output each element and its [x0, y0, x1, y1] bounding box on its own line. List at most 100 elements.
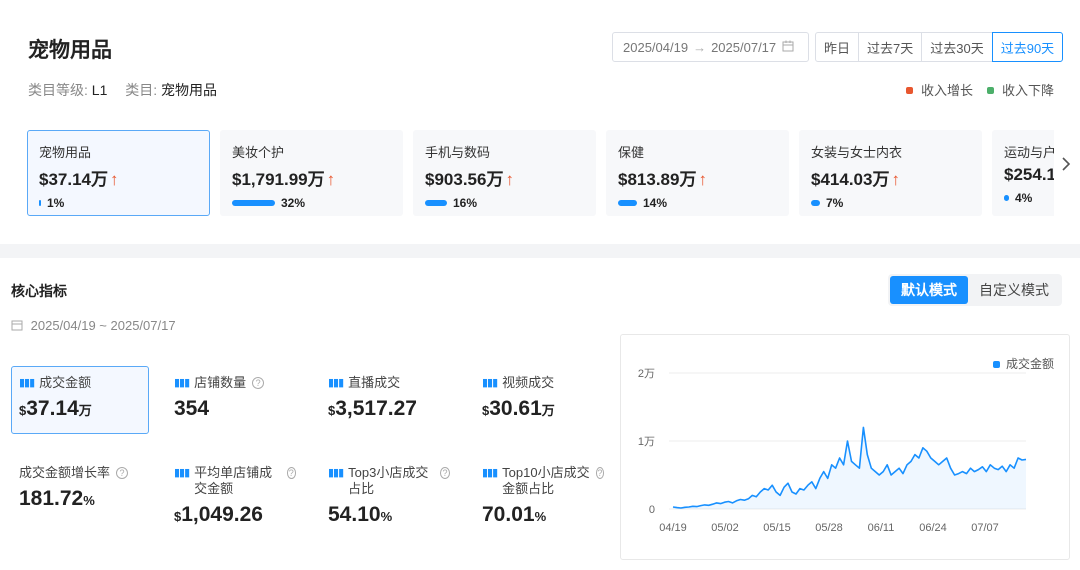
- category-share: 16%: [425, 196, 584, 210]
- metric-label: ▮▮▮ Top10小店成交金额占比?: [482, 465, 604, 496]
- mode-toggle: 默认模式 自定义模式: [888, 274, 1062, 306]
- category-share: 4%: [1004, 191, 1054, 205]
- category-card-name: 女装与女士内衣: [811, 145, 903, 160]
- metric-label: ▮▮▮ 视频成交: [482, 375, 555, 390]
- metric-card[interactable]: ▮▮▮ 店铺数量? 354: [166, 366, 304, 434]
- x-tick-label: 05/15: [763, 522, 791, 534]
- range-selector: 昨日 过去7天 过去30天 过去90天: [815, 32, 1064, 62]
- default-mode-button[interactable]: 默认模式: [890, 276, 968, 304]
- metric-label: ▮▮▮ 店铺数量?: [174, 375, 296, 391]
- metric-card[interactable]: ▮▮▮ 成交金额 $37.14万: [11, 366, 149, 434]
- category-card-value: $414.03万 ↑: [811, 170, 900, 189]
- category-share: 1%: [39, 196, 198, 210]
- category-share: 14%: [618, 196, 777, 210]
- help-icon[interactable]: ?: [595, 467, 604, 479]
- x-tick-label: 04/19: [659, 522, 687, 534]
- y-tick-label: 1万: [638, 436, 655, 448]
- metric-value: $1,049.26: [174, 503, 263, 526]
- share-bar: [1004, 195, 1009, 201]
- category-meta: 类目等级: L1 类目: 宠物用品: [28, 82, 218, 98]
- arrow-up-icon: ↑: [698, 170, 707, 189]
- category-card-value: $813.89万 ↑: [618, 170, 707, 189]
- trend-chart-svg: 成交金额 2万 1万 0 04/19 05/02 05/15 05/28 06/11 06/24 0…: [638, 356, 1054, 534]
- metric-card[interactable]: ▮▮▮ Top3小店成交占比? 54.10%: [320, 456, 458, 528]
- legend-dot: [993, 361, 1000, 368]
- bar-chart-icon: ▮▮▮: [482, 467, 498, 479]
- core-metrics-panel: 核心指标 默认模式 自定义模式 2025/04/19 ~ 2025/07/17 …: [0, 258, 1080, 570]
- category-card-name: 手机与数码: [425, 145, 491, 160]
- help-icon[interactable]: ?: [439, 467, 450, 479]
- metric-value: $3,517.27: [328, 397, 417, 420]
- metric-card[interactable]: ▮▮▮ 平均单店铺成交金额? $1,049.26: [166, 456, 304, 528]
- category-card-value: $254.1↑: [1004, 165, 1054, 184]
- metric-card[interactable]: ▮▮▮ 视频成交 $30.61万: [474, 366, 612, 434]
- metric-label: ▮▮▮ Top3小店成交占比?: [328, 465, 450, 497]
- y-tick-label: 2万: [638, 368, 655, 380]
- help-icon[interactable]: ?: [116, 467, 129, 479]
- metric-label: ▮▮▮ 平均单店铺成交金额?: [174, 465, 296, 497]
- category-card[interactable]: 宠物用品 $37.14万 ↑ 1%: [27, 130, 210, 216]
- metric-card[interactable]: ▮▮▮ Top10小店成交金额占比? 70.01%: [474, 456, 612, 528]
- category-cards: 宠物用品 $37.14万 ↑ 1% 美妆个护 $1,791.99万 ↑ 32% 手机与数码 $90…: [27, 130, 1054, 216]
- bar-chart-icon: ▮▮▮: [328, 377, 344, 389]
- arrow-right-icon: →: [693, 39, 707, 55]
- metric-card[interactable]: ▮▮▮ 直播成交 $3,517.27: [320, 366, 458, 434]
- custom-mode-button[interactable]: 自定义模式: [968, 276, 1060, 304]
- category-level: L1: [91, 82, 108, 98]
- category-card-name: 美妆个护: [232, 145, 285, 160]
- calendar-icon: [782, 40, 794, 55]
- page-title: 宠物用品: [28, 39, 112, 62]
- x-tick-label: 05/02: [711, 522, 739, 534]
- calendar-icon: [11, 320, 23, 331]
- chevron-right-icon[interactable]: [1061, 156, 1071, 177]
- metric-card[interactable]: 成交金额增长率? 181.72%: [11, 456, 149, 528]
- metric-label: 成交金额增长率?: [19, 465, 141, 481]
- legend-growth: 收入增长: [905, 80, 973, 99]
- category-card[interactable]: 保健 $813.89万 ↑ 14%: [606, 130, 789, 216]
- category-share: 32%: [232, 196, 391, 210]
- legend-dot-green: [986, 87, 994, 94]
- section-title: 核心指标: [11, 283, 67, 299]
- category-card-name: 保健: [618, 145, 645, 160]
- bar-chart-icon: ▮▮▮: [174, 377, 190, 389]
- x-tick-label: 06/24: [919, 522, 947, 534]
- y-tick-label: 0: [649, 504, 655, 516]
- arrow-up-icon: ↑: [110, 170, 119, 189]
- metric-value: 181.72%: [19, 487, 95, 510]
- metric-value: 54.10%: [328, 503, 393, 526]
- category-card[interactable]: 运动与户外 $254.1↑ 4%: [992, 130, 1054, 216]
- help-icon[interactable]: ?: [252, 377, 265, 389]
- bar-chart-icon: ▮▮▮: [328, 467, 344, 479]
- metric-value: 354: [174, 397, 210, 420]
- range-7d-button[interactable]: 过去7天: [858, 32, 923, 62]
- metric-value: $30.61万: [482, 397, 555, 420]
- category-card[interactable]: 手机与数码 $903.56万 ↑ 16%: [413, 130, 596, 216]
- category-share: 7%: [811, 196, 970, 210]
- series-area: [673, 427, 1026, 509]
- category-header: 宠物用品 类目等级: L1 类目: 宠物用品 2025/04/19 → 2025…: [0, 0, 1080, 244]
- date-range-picker[interactable]: 2025/04/19 → 2025/07/17: [612, 32, 809, 62]
- trend-chart: 成交金额 2万 1万 0 04/19 05/02 05/15 05/28 06/11 06/24 0…: [620, 334, 1070, 560]
- x-tick-label: 07/07: [971, 522, 999, 534]
- range-30d-button[interactable]: 过去30天: [921, 32, 993, 62]
- arrow-up-icon: ↑: [326, 170, 336, 189]
- share-bar: [39, 200, 41, 206]
- category-card-name: 运动与户外: [1004, 145, 1054, 160]
- bar-chart-icon: ▮▮▮: [482, 377, 498, 389]
- legend-dot-red: [905, 87, 913, 94]
- help-icon[interactable]: ?: [286, 467, 296, 479]
- metric-value: 70.01%: [482, 503, 547, 526]
- category-card[interactable]: 女装与女士内衣 $414.03万 ↑ 7%: [799, 130, 982, 216]
- metric-value: $37.14万: [19, 397, 92, 420]
- x-tick-label: 06/11: [868, 522, 895, 534]
- range-90d-button[interactable]: 过去90天: [991, 32, 1064, 62]
- category-card-name: 宠物用品: [39, 145, 92, 160]
- arrow-up-icon: ↑: [505, 170, 514, 189]
- category-card-value: $903.56万 ↑: [425, 170, 514, 189]
- category-card[interactable]: 美妆个护 $1,791.99万 ↑ 32%: [220, 130, 403, 216]
- x-tick-label: 05/28: [815, 522, 843, 534]
- arrow-up-icon: ↑: [891, 170, 900, 189]
- metric-label: ▮▮▮ 直播成交: [328, 375, 401, 390]
- range-yesterday-button[interactable]: 昨日: [815, 32, 860, 62]
- share-bar: [618, 200, 637, 206]
